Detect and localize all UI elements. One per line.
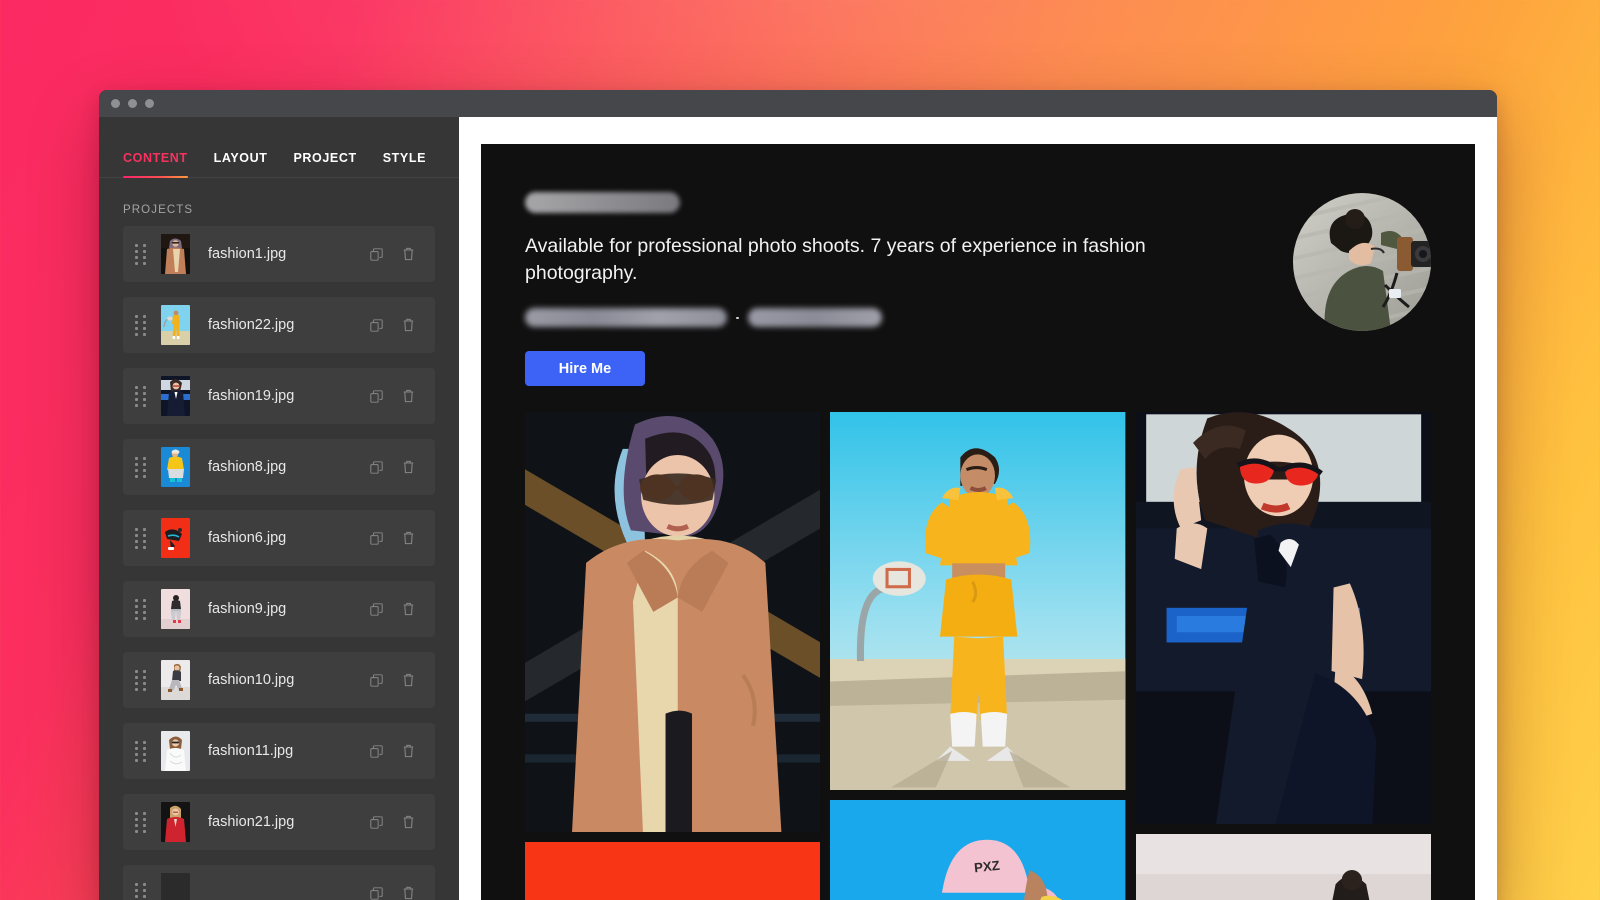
table-row[interactable] xyxy=(123,865,435,900)
sidebar-tabs: CONTENT LAYOUT PROJECT STYLE xyxy=(99,117,459,178)
grid-column-1 xyxy=(525,412,821,900)
copy-icon[interactable] xyxy=(363,241,389,267)
grid-item-red[interactable] xyxy=(525,842,821,900)
traffic-light-maximize-icon[interactable] xyxy=(145,99,154,108)
grid-item-pink-cap[interactable]: PXZ xyxy=(830,800,1126,900)
drag-handle-icon[interactable] xyxy=(133,882,147,900)
file-name: fashion21.jpg xyxy=(208,814,295,830)
table-row[interactable]: fashion22.jpg xyxy=(123,297,435,353)
drag-handle-icon[interactable] xyxy=(133,811,147,833)
table-row[interactable]: fashion10.jpg xyxy=(123,652,435,708)
copy-icon[interactable] xyxy=(363,312,389,338)
trash-icon[interactable] xyxy=(395,454,421,480)
grid-item-red-sunglasses[interactable] xyxy=(1135,412,1431,825)
trash-icon[interactable] xyxy=(395,809,421,835)
table-row[interactable]: fashion9.jpg xyxy=(123,581,435,637)
app-window: CONTENT LAYOUT PROJECT STYLE PROJECTS fa… xyxy=(99,90,1497,900)
hire-me-button[interactable]: Hire Me xyxy=(525,351,645,387)
tab-style[interactable]: STYLE xyxy=(383,151,426,177)
file-thumbnail xyxy=(161,731,190,771)
table-row[interactable]: fashion11.jpg xyxy=(123,723,435,779)
copy-icon[interactable] xyxy=(363,525,389,551)
svg-text:PXZ: PXZ xyxy=(974,858,1001,876)
drag-handle-icon[interactable] xyxy=(133,243,147,265)
project-file-list[interactable]: fashion1.jpg fashion22.jpg fashion19.jpg… xyxy=(99,226,459,900)
hero-text-column: Available for professional photo shoots.… xyxy=(525,192,1273,387)
tab-project[interactable]: PROJECT xyxy=(293,151,356,177)
trash-icon[interactable] xyxy=(395,525,421,551)
trash-icon[interactable] xyxy=(395,241,421,267)
grid-item-coat-woman[interactable] xyxy=(525,412,821,833)
grid-column-3 xyxy=(1135,412,1431,900)
file-name: fashion10.jpg xyxy=(208,672,295,688)
file-thumbnail xyxy=(161,518,190,558)
works-grid: PXZ xyxy=(525,412,1431,900)
tab-content[interactable]: CONTENT xyxy=(123,151,188,178)
drag-handle-icon[interactable] xyxy=(133,385,147,407)
table-row[interactable]: fashion8.jpg xyxy=(123,439,435,495)
trash-icon[interactable] xyxy=(395,880,421,900)
copy-icon[interactable] xyxy=(363,880,389,900)
trash-icon[interactable] xyxy=(395,596,421,622)
file-name: fashion19.jpg xyxy=(208,388,295,404)
table-row[interactable]: fashion1.jpg xyxy=(123,226,435,282)
copy-icon[interactable] xyxy=(363,454,389,480)
meta-placeholder-a[interactable] xyxy=(525,308,727,328)
table-row[interactable]: fashion6.jpg xyxy=(123,510,435,566)
window-titlebar xyxy=(99,90,1497,117)
table-row[interactable]: fashion19.jpg xyxy=(123,368,435,424)
trash-icon[interactable] xyxy=(395,667,421,693)
copy-icon[interactable] xyxy=(363,809,389,835)
file-thumbnail xyxy=(161,873,190,900)
grid-item-yellow-tracksuit[interactable] xyxy=(830,412,1126,791)
preview-canvas: Available for professional photo shoots.… xyxy=(459,117,1497,900)
table-row[interactable]: fashion21.jpg xyxy=(123,794,435,850)
copy-icon[interactable] xyxy=(363,667,389,693)
file-thumbnail xyxy=(161,660,190,700)
file-name: fashion11.jpg xyxy=(208,743,294,759)
file-thumbnail xyxy=(161,376,190,416)
avatar xyxy=(1293,193,1431,331)
file-thumbnail xyxy=(161,234,190,274)
file-name: fashion22.jpg xyxy=(208,317,295,333)
file-thumbnail xyxy=(161,802,190,842)
headline-placeholder[interactable] xyxy=(525,192,680,213)
traffic-light-minimize-icon[interactable] xyxy=(128,99,137,108)
hero-section: Available for professional photo shoots.… xyxy=(481,144,1475,387)
tab-layout[interactable]: LAYOUT xyxy=(214,151,268,177)
drag-handle-icon[interactable] xyxy=(133,598,147,620)
bio-text[interactable]: Available for professional photo shoots.… xyxy=(525,233,1165,286)
projects-section-label: PROJECTS xyxy=(123,204,194,216)
traffic-light-close-icon[interactable] xyxy=(111,99,120,108)
meta-separator-dot xyxy=(736,316,739,320)
drag-handle-icon[interactable] xyxy=(133,456,147,478)
trash-icon[interactable] xyxy=(395,312,421,338)
window-body: CONTENT LAYOUT PROJECT STYLE PROJECTS fa… xyxy=(99,117,1497,900)
copy-icon[interactable] xyxy=(363,383,389,409)
website-preview[interactable]: Available for professional photo shoots.… xyxy=(481,144,1475,900)
file-name: fashion6.jpg xyxy=(208,530,287,546)
copy-icon[interactable] xyxy=(363,738,389,764)
copy-icon[interactable] xyxy=(363,596,389,622)
file-name: fashion1.jpg xyxy=(208,246,287,262)
file-name: fashion8.jpg xyxy=(208,459,287,475)
sidebar: CONTENT LAYOUT PROJECT STYLE PROJECTS fa… xyxy=(99,117,459,900)
drag-handle-icon[interactable] xyxy=(133,740,147,762)
drag-handle-icon[interactable] xyxy=(133,314,147,336)
meta-placeholder-b[interactable] xyxy=(747,308,882,328)
file-thumbnail xyxy=(161,305,190,345)
grid-item-light-studio[interactable] xyxy=(1135,834,1431,900)
meta-placeholder-row xyxy=(525,308,1273,328)
drag-handle-icon[interactable] xyxy=(133,527,147,549)
trash-icon[interactable] xyxy=(395,383,421,409)
grid-column-2: PXZ xyxy=(830,412,1126,900)
drag-handle-icon[interactable] xyxy=(133,669,147,691)
file-name: fashion9.jpg xyxy=(208,601,287,617)
file-thumbnail xyxy=(161,589,190,629)
trash-icon[interactable] xyxy=(395,738,421,764)
file-thumbnail xyxy=(161,447,190,487)
